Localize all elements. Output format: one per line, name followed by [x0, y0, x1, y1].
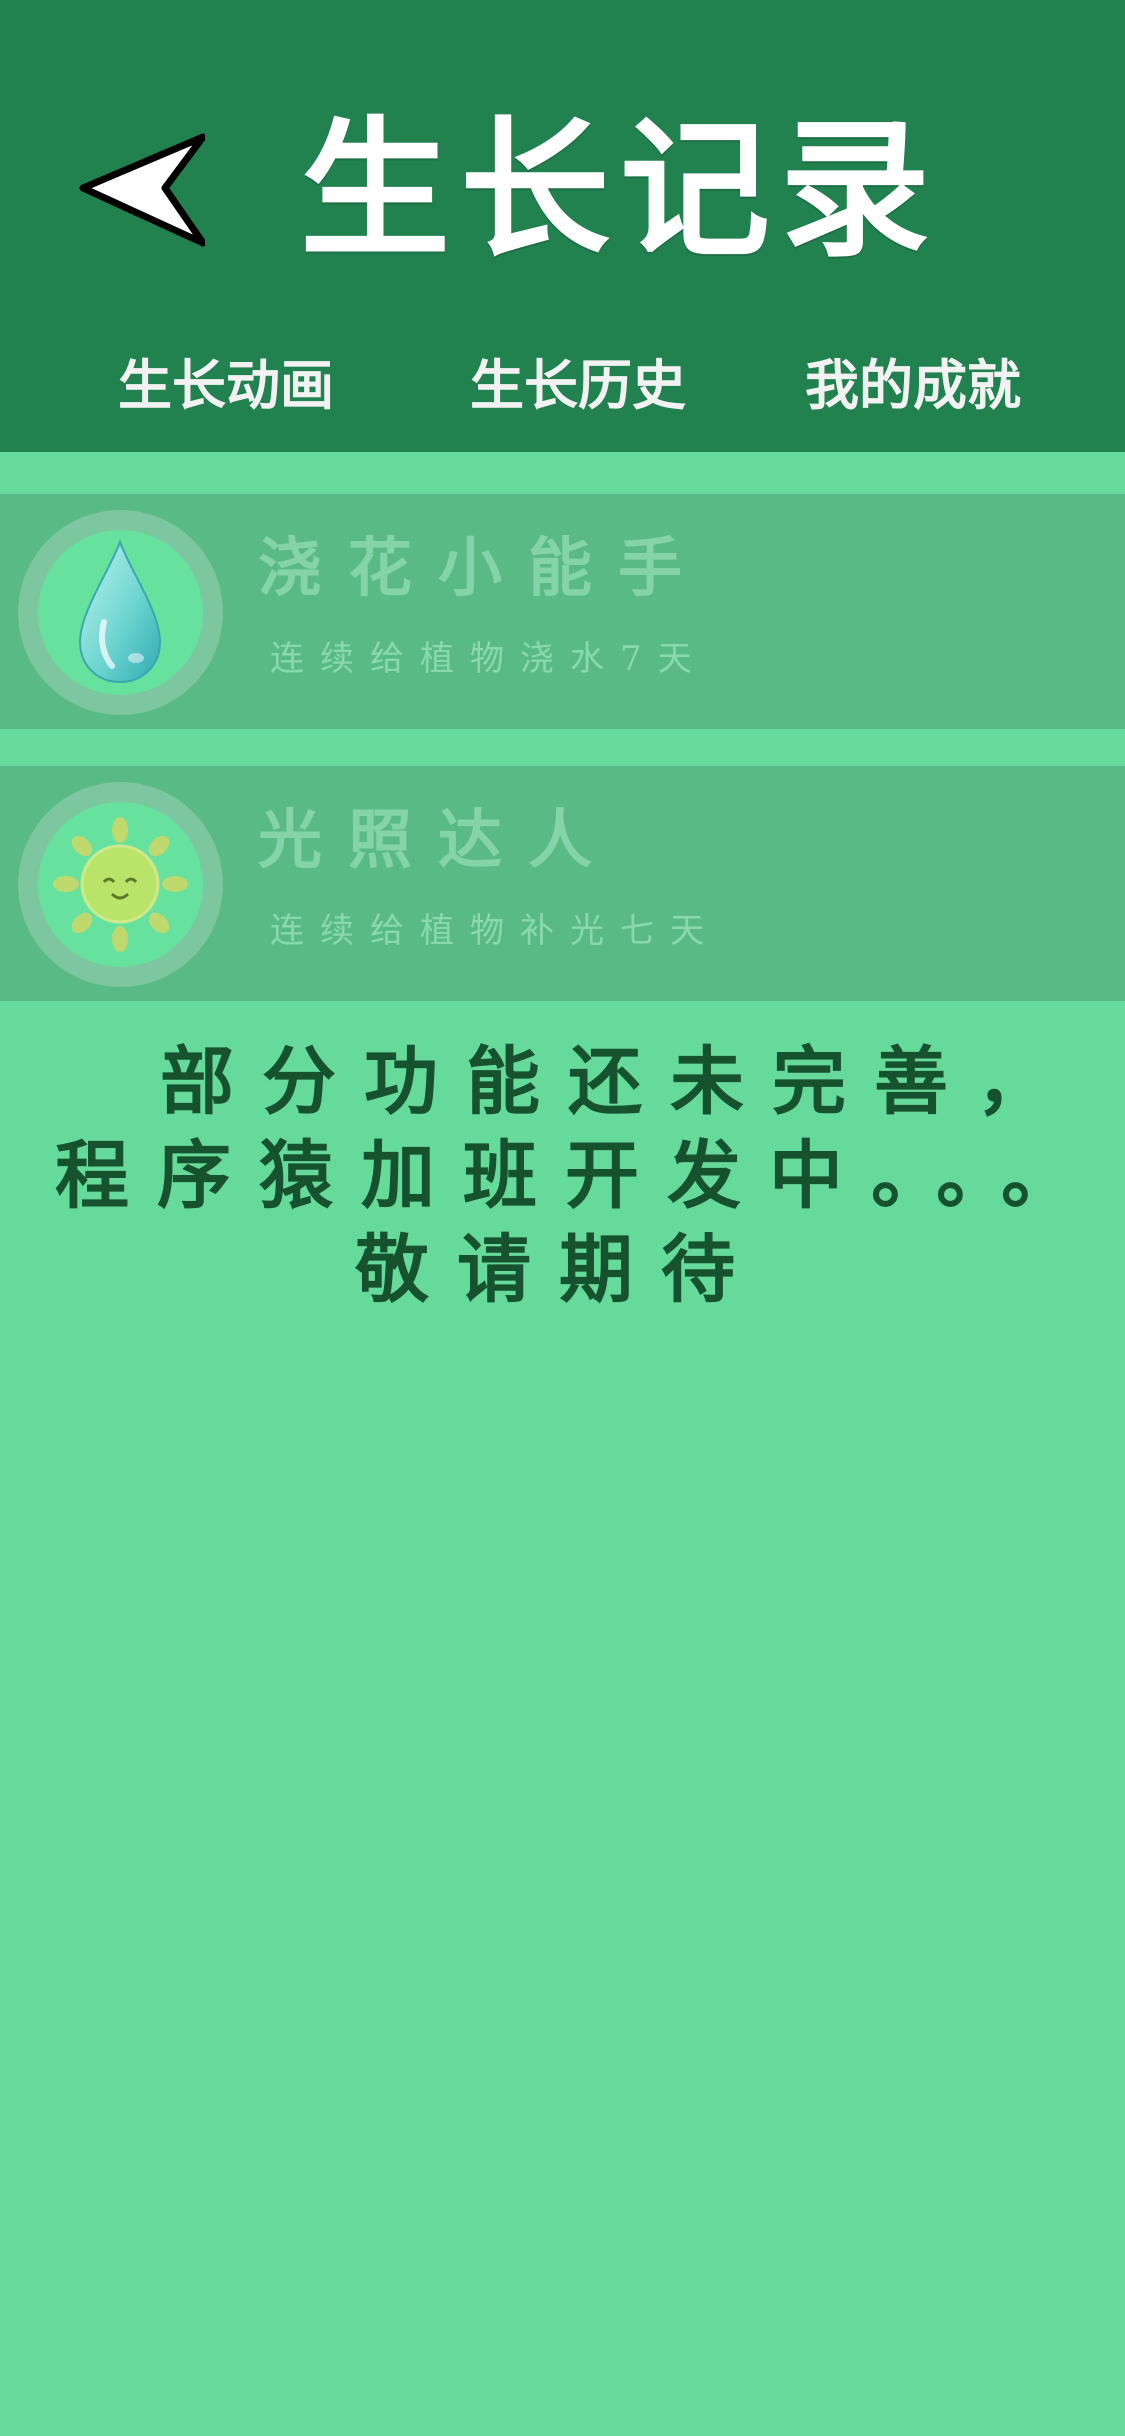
notice-line-2: 程序猿加班开发中。。。 [55, 1133, 1103, 1219]
achievement-title: 光照达人 [258, 803, 618, 878]
header: 生长记录 生长动画 生长历史 我的成就 [0, 0, 1125, 452]
achievement-title: 浇花小能手 [258, 531, 708, 606]
sun-icon [53, 817, 188, 952]
achievement-badge [18, 782, 223, 987]
tab-growth-history[interactable]: 生长历史 [470, 330, 686, 440]
tab-growth-animation[interactable]: 生长动画 [118, 330, 334, 440]
back-arrow-icon [79, 133, 205, 247]
page-title: 生长记录 [300, 102, 941, 278]
notice-line-3: 敬请期待 [355, 1227, 763, 1313]
achievement-subtitle: 连续给植物浇水7天 [270, 639, 708, 679]
achievement-badge [18, 510, 223, 715]
tab-bar: 生长动画 生长历史 我的成就 [0, 330, 1125, 440]
notice-line-1: 部分功能还未完善， [160, 1039, 1078, 1125]
water-drop-icon [78, 539, 162, 684]
achievement-card-watering[interactable]: 浇花小能手 连续给植物浇水7天 [0, 494, 1125, 729]
tab-my-achievements[interactable]: 我的成就 [805, 330, 1021, 440]
achievement-subtitle: 连续给植物补光七天 [270, 911, 720, 951]
under-construction-notice: 部分功能还未完善， 程序猿加班开发中。。。 敬请期待 [40, 1035, 1110, 1317]
achievement-card-sunlight[interactable]: 光照达人 连续给植物补光七天 [0, 766, 1125, 1001]
back-button[interactable] [70, 120, 210, 260]
